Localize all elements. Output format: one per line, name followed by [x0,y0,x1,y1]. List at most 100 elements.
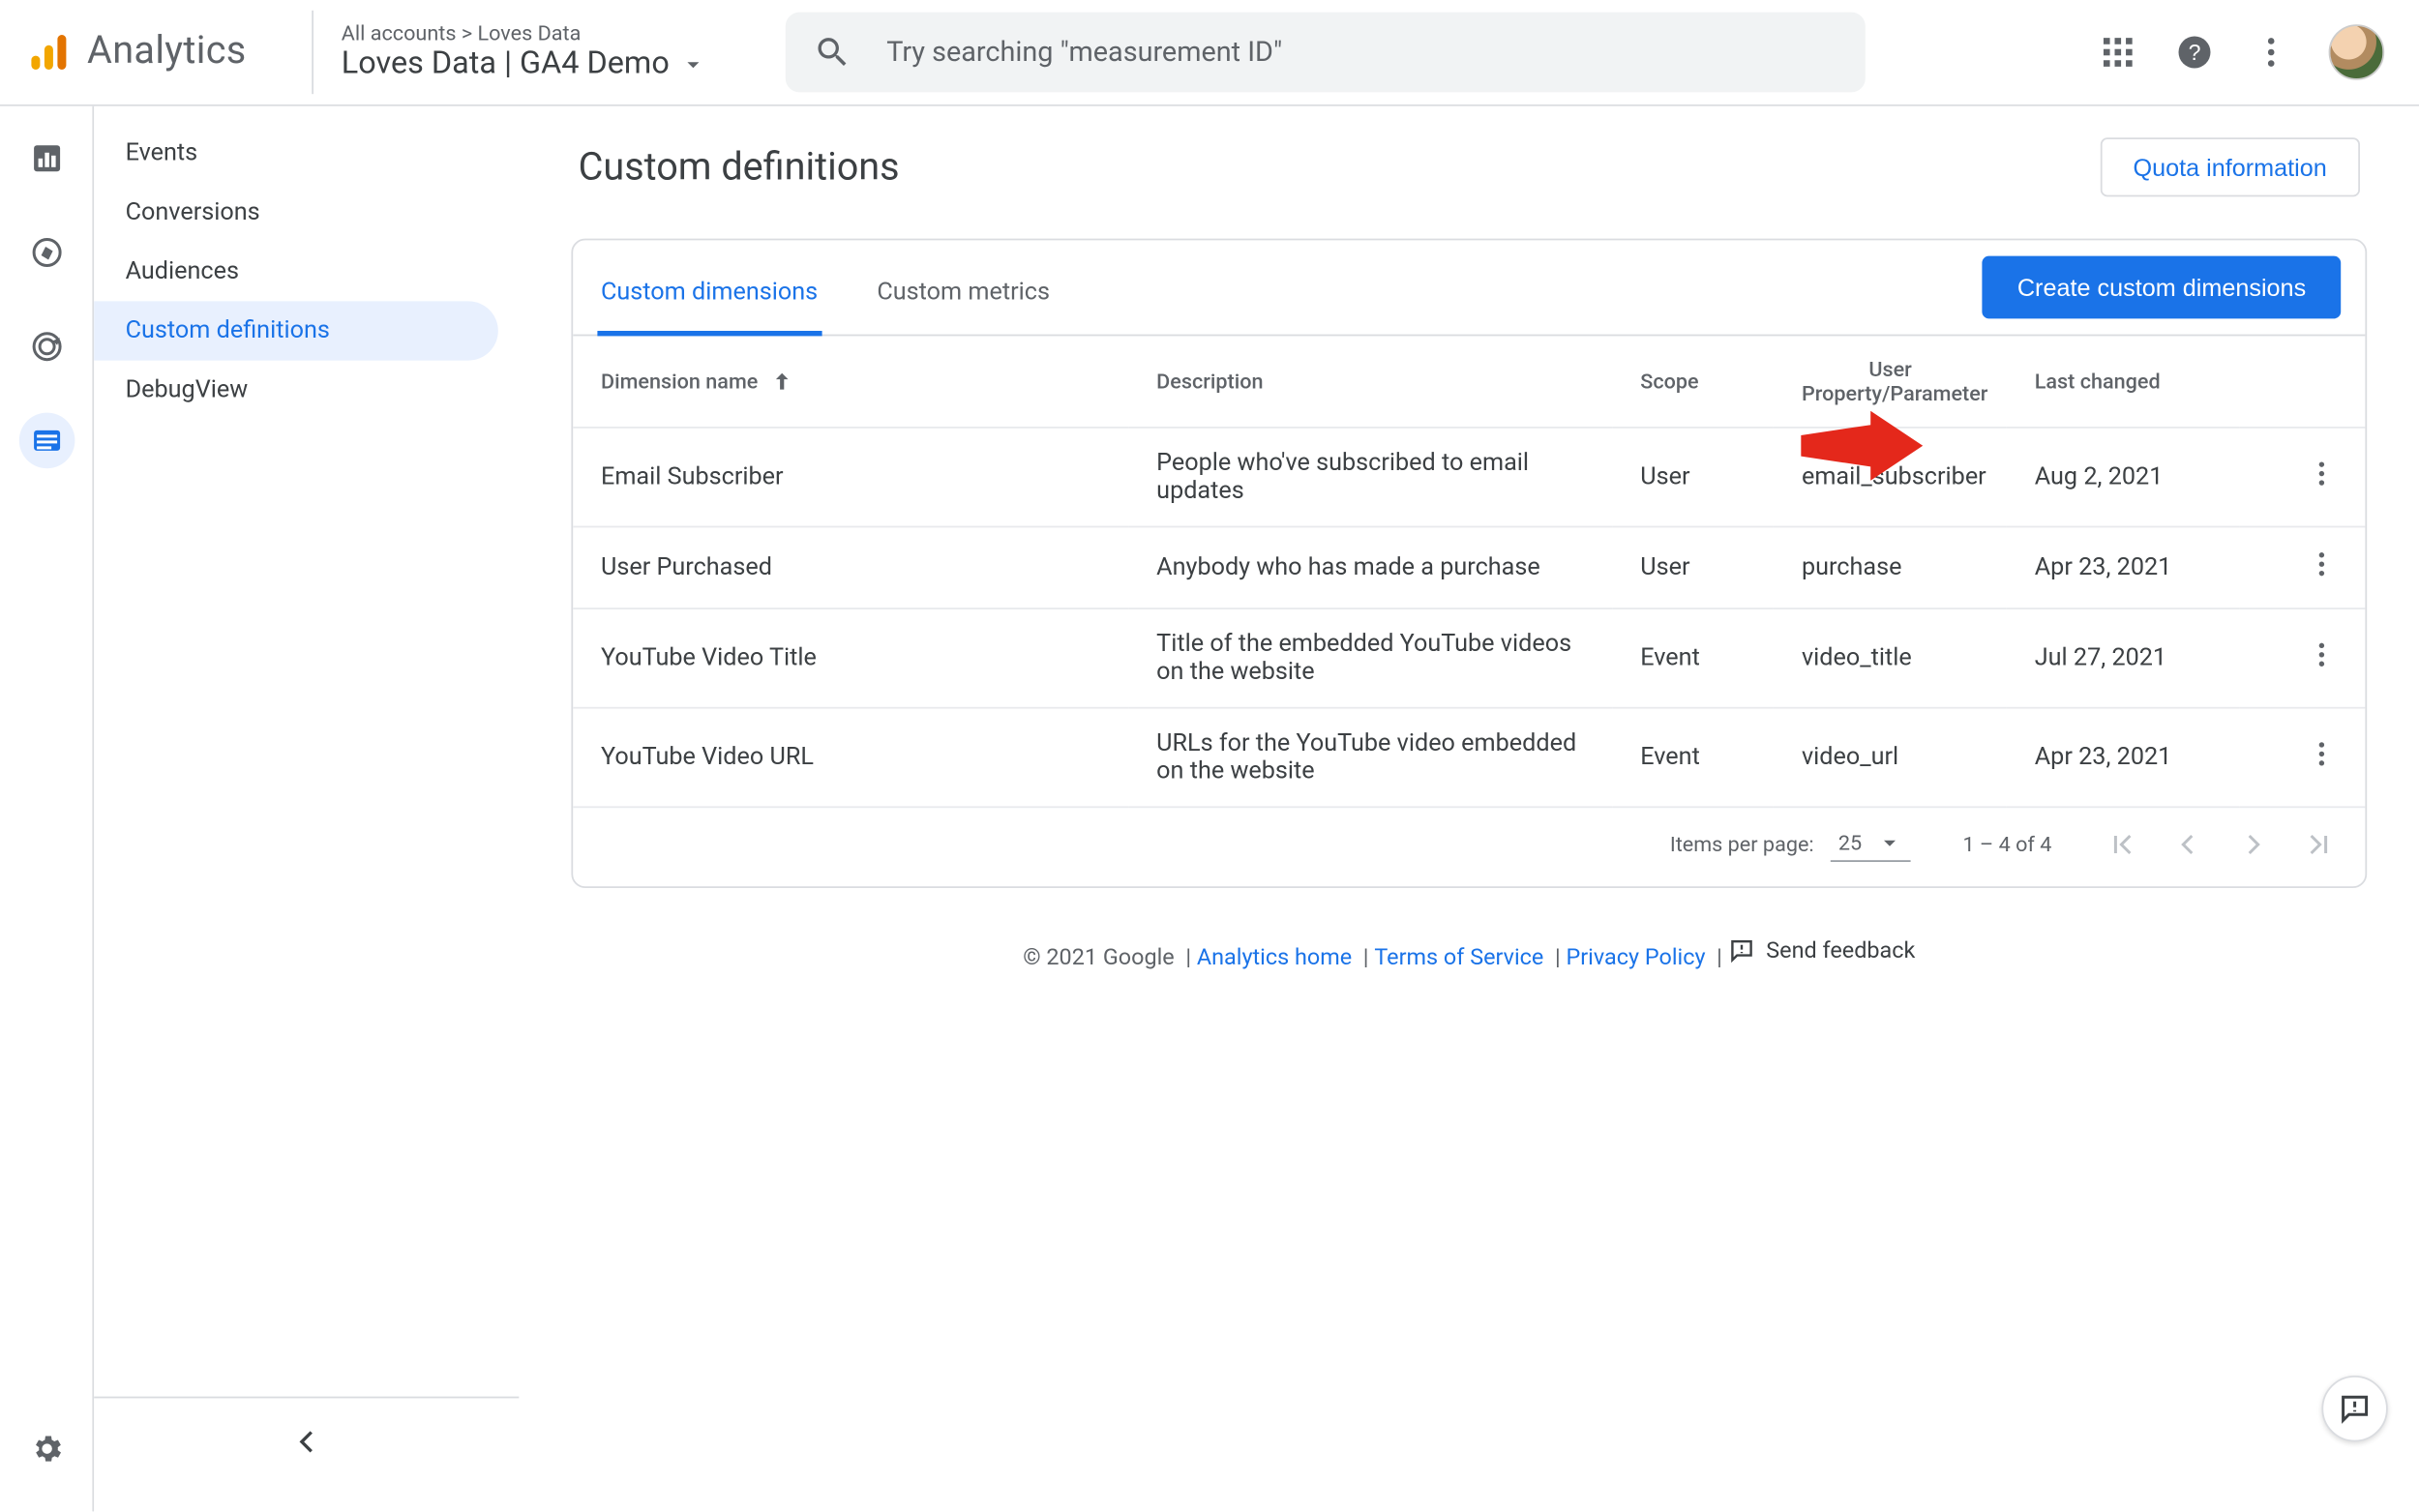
account-selector[interactable]: All accounts > Loves Data Loves Data | G… [312,10,764,93]
chevron-left-icon [287,1422,326,1461]
th-user-property-parameter[interactable]: User Property/Parameter [1774,336,2007,428]
footer-link-tos[interactable]: Terms of Service [1374,945,1543,971]
table-header-row: Dimension name Description Scope User Pr… [573,336,2365,428]
footer-link-analytics-home[interactable]: Analytics home [1197,945,1352,971]
analytics-logo-icon [28,31,70,73]
th-dimension-name[interactable]: Dimension name [573,336,1128,428]
cell-actions [2240,428,2366,527]
svg-text:?: ? [2189,39,2201,64]
th-scope[interactable]: Scope [1612,336,1774,428]
app-header: Analytics All accounts > Loves Data Love… [0,0,2419,104]
rail-advertising-icon[interactable] [18,318,75,374]
feedback-icon [1728,936,1756,964]
table-row: YouTube Video TitleTitle of the embedded… [573,608,2365,708]
th-description[interactable]: Description [1128,336,1612,428]
last-page-icon[interactable] [2303,826,2338,861]
user-avatar[interactable] [2329,23,2385,79]
apps-icon[interactable] [2099,32,2137,71]
sidebar-item-debugview[interactable]: DebugView [94,361,498,420]
row-actions-icon[interactable] [2306,458,2337,489]
cell-description: Anybody who has made a purchase [1128,527,1612,609]
card-header: Custom dimensions Custom metrics Create … [573,240,2365,336]
logo-area: Analytics [28,30,298,74]
prev-page-icon[interactable] [2170,826,2205,861]
rail-explore-icon[interactable] [18,224,75,281]
items-per-page-label: Items per page: [1670,832,1814,856]
search-placeholder: Try searching "measurement ID" [886,35,1282,68]
page-range: 1 – 4 of 4 [1963,832,2052,856]
cell-name: Email Subscriber [573,428,1128,527]
row-actions-icon[interactable] [2306,639,2337,670]
cell-last-changed: Jul 27, 2021 [2007,608,2240,708]
sidebar-collapse-button[interactable] [94,1397,519,1484]
tabs: Custom dimensions Custom metrics [597,254,1053,335]
row-actions-icon[interactable] [2306,738,2337,769]
page-header: Custom definitions Quota information [571,137,2367,196]
cell-description: People who've subscribed to email update… [1128,428,1612,527]
sidebar-item-events[interactable]: Events [94,124,498,183]
sidebar-item-custom-definitions[interactable]: Custom definitions [94,301,498,360]
cell-last-changed: Apr 23, 2021 [2007,708,2240,808]
cell-scope: Event [1612,708,1774,808]
cell-name: YouTube Video URL [573,708,1128,808]
cell-last-changed: Aug 2, 2021 [2007,428,2240,527]
help-icon[interactable]: ? [2175,32,2214,71]
cell-scope: User [1612,428,1774,527]
cell-actions [2240,527,2366,609]
quota-information-button[interactable]: Quota information [2100,137,2360,196]
cell-name: User Purchased [573,527,1128,609]
rail-admin-icon[interactable] [18,1421,75,1477]
footer: © 2021 Google | Analytics home | Terms o… [571,936,2367,971]
sidebar-item-conversions[interactable]: Conversions [94,183,498,242]
table-row: YouTube Video URLURLs for the YouTube vi… [573,708,2365,808]
header-actions: ? [2099,23,2391,79]
send-feedback-button[interactable]: Send feedback [1728,936,1916,964]
pagination: Items per page: 25 1 – 4 of 4 [573,808,2365,886]
sidebar: Events Conversions Audiences Custom defi… [94,106,519,1512]
tab-custom-dimensions[interactable]: Custom dimensions [597,254,821,337]
sort-ascending-icon [763,369,794,393]
cell-actions [2240,608,2366,708]
cell-parameter: email_subscriber [1774,428,2007,527]
th-actions [2240,336,2366,428]
account-path: All accounts > Loves Data [342,20,723,44]
cell-parameter: purchase [1774,527,2007,609]
cell-scope: Event [1612,608,1774,708]
cell-last-changed: Apr 23, 2021 [2007,527,2240,609]
cell-description: URLs for the YouTube video embedded on t… [1128,708,1612,808]
definitions-table: Dimension name Description Scope User Pr… [573,336,2365,808]
copyright: © 2021 Google [1023,945,1174,971]
cell-name: YouTube Video Title [573,608,1128,708]
more-vert-icon[interactable] [2252,32,2290,71]
footer-link-privacy[interactable]: Privacy Policy [1566,945,1705,971]
rail-reports-icon[interactable] [18,131,75,187]
cell-actions [2240,708,2366,808]
page-title: Custom definitions [579,145,900,189]
row-actions-icon[interactable] [2306,548,2337,579]
product-name: Analytics [87,30,247,74]
table-row: User PurchasedAnybody who has made a pur… [573,527,2365,609]
cell-scope: User [1612,527,1774,609]
cell-description: Title of the embedded YouTube videos on … [1128,608,1612,708]
cell-parameter: video_title [1774,608,2007,708]
dropdown-arrow-icon [1876,829,1904,857]
search-icon [814,32,852,71]
main-content: Custom definitions Quota information Cus… [519,106,2419,1512]
items-per-page-select[interactable]: 25 [1832,825,1911,862]
create-custom-dimensions-button[interactable]: Create custom dimensions [1983,256,2341,319]
first-page-icon[interactable] [2104,826,2138,861]
account-property-name: Loves Data | GA4 Demo [342,44,723,83]
dropdown-arrow-icon [680,49,708,77]
page-nav [2104,826,2337,861]
th-last-changed[interactable]: Last changed [2007,336,2240,428]
sidebar-item-audiences[interactable]: Audiences [94,242,498,301]
next-page-icon[interactable] [2236,826,2271,861]
rail-configure-icon[interactable] [18,413,75,469]
floating-feedback-button[interactable] [2321,1376,2387,1441]
table-row: Email SubscriberPeople who've subscribed… [573,428,2365,527]
search-box[interactable]: Try searching "measurement ID" [786,12,1866,92]
nav-rail [0,106,94,1512]
tab-custom-metrics[interactable]: Custom metrics [874,254,1054,337]
items-per-page: Items per page: 25 [1670,825,1911,862]
definitions-card: Custom dimensions Custom metrics Create … [571,239,2367,888]
